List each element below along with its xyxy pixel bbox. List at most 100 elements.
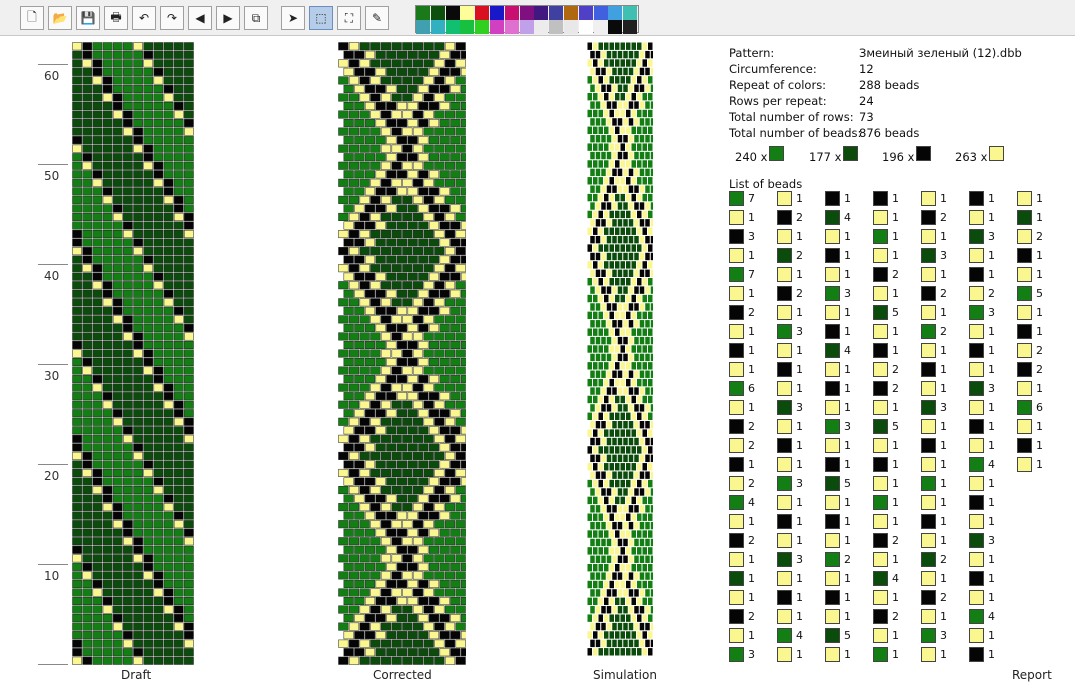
bead xyxy=(112,178,123,187)
new-file-button[interactable]: 🗋 xyxy=(20,6,44,30)
eyedropper-tool-button[interactable]: ✎ xyxy=(365,6,389,30)
palette-swatch[interactable] xyxy=(460,6,475,20)
bead xyxy=(391,383,402,392)
bead xyxy=(153,358,164,367)
palette-swatch[interactable] xyxy=(475,6,490,20)
report-tab[interactable]: Report xyxy=(1012,668,1052,682)
palette-swatch[interactable] xyxy=(416,6,430,20)
bead xyxy=(450,579,461,588)
bead xyxy=(593,429,598,437)
bead xyxy=(428,579,440,588)
scroll-left-button[interactable]: ◀ xyxy=(188,6,212,30)
palette-swatch[interactable] xyxy=(623,6,638,20)
bead xyxy=(370,537,381,546)
open-button[interactable]: 📂 xyxy=(48,6,72,30)
bead xyxy=(163,554,174,563)
bead xyxy=(375,596,386,606)
bead xyxy=(359,315,370,324)
bead xyxy=(343,631,354,640)
palette-swatch[interactable] xyxy=(549,20,564,34)
palette-swatch[interactable] xyxy=(608,20,623,34)
bead xyxy=(102,332,113,341)
bead xyxy=(343,306,354,315)
bead xyxy=(396,255,408,264)
palette-swatch[interactable] xyxy=(445,6,460,20)
bead-list-count: 1 xyxy=(892,344,899,357)
bead xyxy=(590,471,595,479)
bead xyxy=(593,547,598,555)
corrected-grid[interactable] xyxy=(338,42,472,665)
bead xyxy=(184,119,194,128)
palette-swatch[interactable] xyxy=(519,20,534,34)
palette-swatch[interactable] xyxy=(534,6,549,20)
bead-list-count: 2 xyxy=(748,420,755,433)
save-button[interactable]: 💾 xyxy=(76,6,100,30)
bead xyxy=(418,494,429,503)
bead xyxy=(626,177,631,185)
palette-swatch[interactable] xyxy=(578,6,593,20)
bead xyxy=(380,451,392,460)
bead xyxy=(606,235,612,244)
bead xyxy=(370,332,381,341)
bead xyxy=(143,656,154,665)
bead xyxy=(593,261,598,269)
palette-swatch[interactable] xyxy=(445,20,460,34)
palette-swatch[interactable] xyxy=(490,20,504,34)
draft-grid[interactable] xyxy=(72,42,194,665)
bead xyxy=(587,328,592,336)
bead xyxy=(595,286,601,294)
palette-swatch[interactable] xyxy=(504,6,519,20)
palette-swatch[interactable] xyxy=(593,20,608,34)
bead xyxy=(386,221,397,230)
palette-swatch[interactable] xyxy=(534,20,549,34)
bead xyxy=(375,272,386,281)
palette-swatch[interactable] xyxy=(608,6,623,20)
select-tool-button[interactable]: ⬚ xyxy=(309,6,333,30)
bead xyxy=(628,135,634,143)
bead xyxy=(112,631,123,640)
bead-list-count: 1 xyxy=(844,458,851,471)
pointer-tool-button[interactable]: ➤ xyxy=(281,6,305,30)
palette-swatch[interactable] xyxy=(578,20,593,34)
bead xyxy=(402,520,413,529)
palette-swatch[interactable] xyxy=(549,6,564,20)
palette-swatch[interactable] xyxy=(490,6,504,20)
bead xyxy=(102,537,113,546)
bead xyxy=(604,177,609,185)
bead xyxy=(601,336,606,345)
bead xyxy=(386,187,397,196)
bead xyxy=(359,537,370,546)
copy-button[interactable]: ⧉ xyxy=(244,6,268,30)
undo-button[interactable]: ↶ xyxy=(132,6,156,30)
bead xyxy=(133,614,143,623)
bead xyxy=(153,417,164,426)
bead-list-count: 2 xyxy=(748,306,755,319)
palette-swatch[interactable] xyxy=(564,20,578,34)
palette-swatch[interactable] xyxy=(475,20,490,34)
bead xyxy=(598,278,603,286)
scroll-right-button[interactable]: ▶ xyxy=(216,6,240,30)
bead xyxy=(348,503,360,512)
palette-swatch[interactable] xyxy=(460,20,475,34)
palette-swatch[interactable] xyxy=(504,20,519,34)
palette-swatch[interactable] xyxy=(416,20,430,34)
palette-swatch[interactable] xyxy=(519,6,534,20)
fill-tool-button[interactable]: ⛶ xyxy=(337,6,361,30)
bead xyxy=(590,252,595,261)
palette-swatch[interactable] xyxy=(564,6,578,20)
palette-swatch[interactable] xyxy=(430,20,445,34)
bead xyxy=(637,160,642,168)
print-button[interactable]: 🖶 xyxy=(104,6,128,30)
palette-swatch[interactable] xyxy=(623,20,638,34)
bead xyxy=(370,42,381,51)
bead xyxy=(338,451,349,460)
bead xyxy=(455,298,466,307)
redo-button[interactable]: ↷ xyxy=(160,6,184,30)
bead xyxy=(617,353,623,362)
color-palette[interactable] xyxy=(415,5,639,34)
palette-swatch[interactable] xyxy=(430,6,445,20)
bead xyxy=(102,392,113,401)
bead xyxy=(606,151,612,160)
palette-swatch[interactable] xyxy=(593,6,608,20)
bead-list-swatch xyxy=(969,324,984,339)
